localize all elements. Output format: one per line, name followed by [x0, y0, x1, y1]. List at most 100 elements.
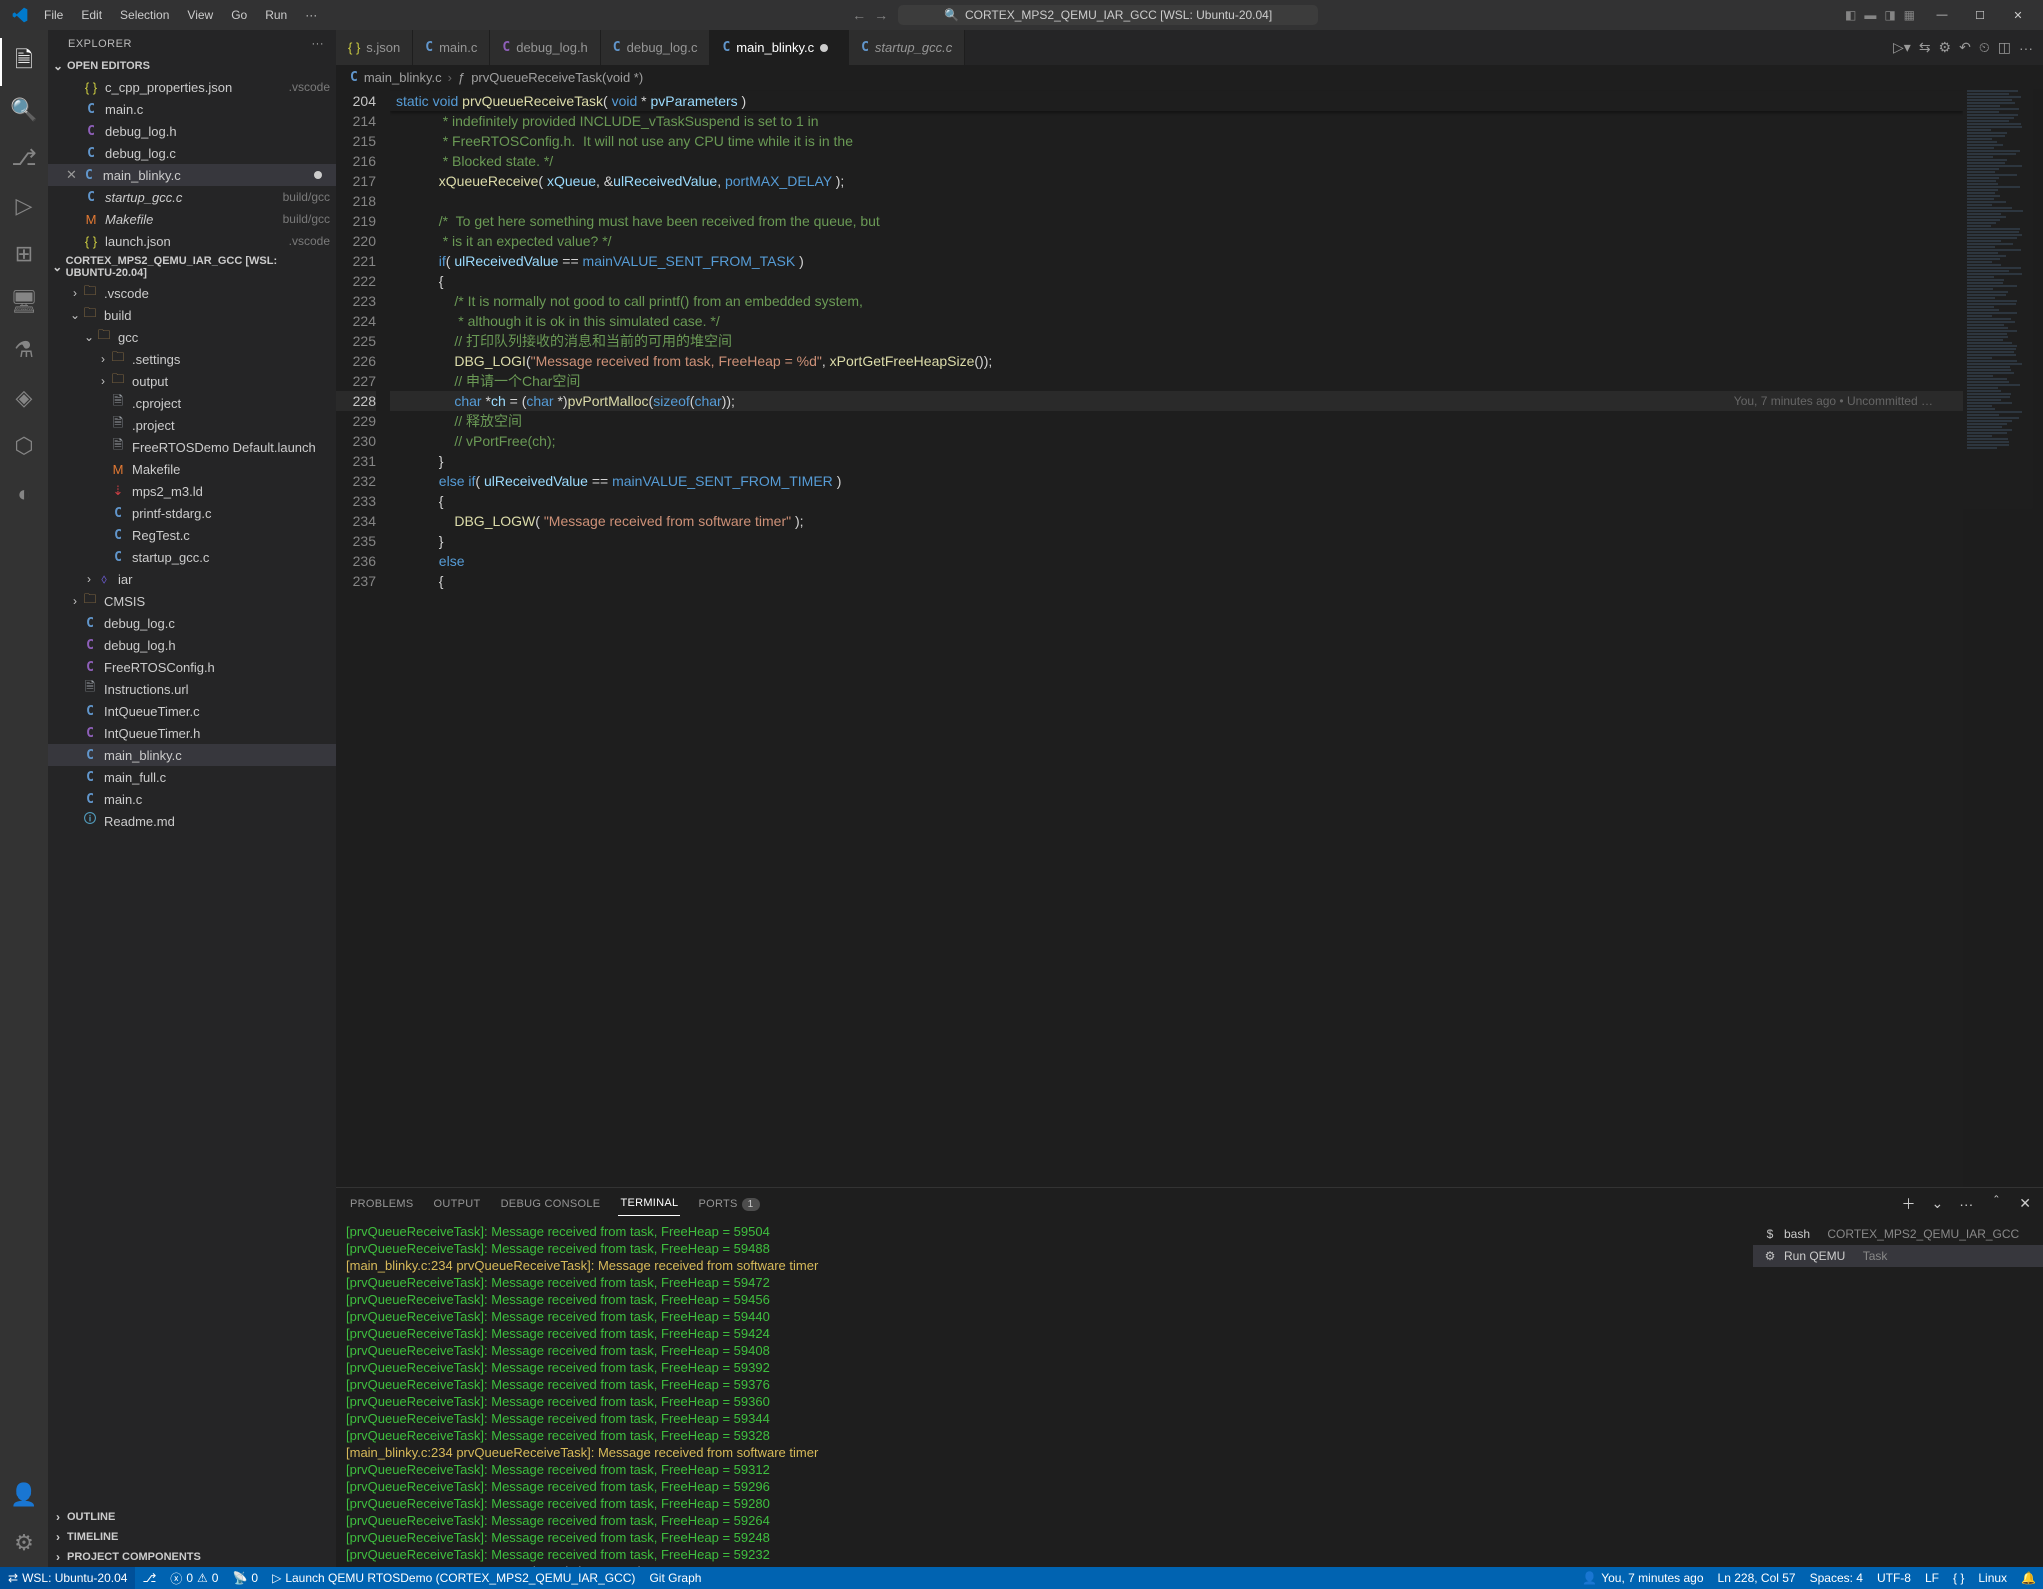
terminal-dropdown-icon[interactable]: ⌄	[1932, 1195, 1944, 1212]
tree-item[interactable]: ⌄🗀 build	[48, 304, 336, 326]
layout-panel-bottom-icon[interactable]: ▬	[1864, 8, 1876, 22]
tree-item[interactable]: C IntQueueTimer.c	[48, 700, 336, 722]
status-encoding[interactable]: UTF-8	[1870, 1567, 1918, 1589]
window-maximize-icon[interactable]: ☐	[1963, 3, 1997, 28]
open-editor-item[interactable]: ✕ C main_blinky.c	[48, 164, 336, 186]
tree-item[interactable]: ⇣ mps2_m3.ld	[48, 480, 336, 502]
activity-ext3-icon[interactable]: ◐	[0, 470, 48, 518]
status-remote[interactable]: ⇄WSL: Ubuntu-20.04	[0, 1567, 135, 1589]
tree-item[interactable]: ›🗀 output	[48, 370, 336, 392]
more-icon[interactable]: ···	[312, 38, 325, 50]
activity-scm-icon[interactable]: ⎇	[0, 134, 48, 182]
editor-tab[interactable]: Cdebug_log.c	[601, 30, 711, 65]
tree-item[interactable]: ›🗀 .vscode	[48, 282, 336, 304]
timeline-icon[interactable]: ⏲	[1979, 39, 1990, 56]
terminal-list-item[interactable]: $ bash CORTEX_MPS2_QEMU_IAR_GCC	[1753, 1223, 2043, 1245]
activity-remote-icon[interactable]: 🖥	[0, 278, 48, 326]
terminal-list-item[interactable]: ⚙ Run QEMU Task	[1753, 1245, 2043, 1267]
maximize-panel-icon[interactable]: ＾	[1989, 1194, 2003, 1214]
split-icon[interactable]: ◫	[1998, 39, 2011, 56]
menu-run[interactable]: Run	[257, 4, 295, 26]
activity-run-icon[interactable]: ▷	[0, 182, 48, 230]
open-editors-header[interactable]: ⌄OPEN EDITORS	[48, 56, 336, 76]
open-editor-item[interactable]: C debug_log.h	[48, 120, 336, 142]
tree-item[interactable]: 🗎 FreeRTOSDemo Default.launch	[48, 436, 336, 458]
status-position[interactable]: Ln 228, Col 57	[1711, 1567, 1803, 1589]
minimap[interactable]	[1963, 89, 2043, 1187]
activity-ext1-icon[interactable]: ◈	[0, 374, 48, 422]
tree-item[interactable]: C FreeRTOSConfig.h	[48, 656, 336, 678]
tree-item[interactable]: 🗎 .project	[48, 414, 336, 436]
breadcrumb-segment[interactable]: prvQueueReceiveTask(void *)	[471, 70, 643, 85]
editor-tab[interactable]: Cstartup_gcc.c	[849, 30, 965, 65]
open-editor-item[interactable]: C startup_gcc.c build/gcc	[48, 186, 336, 208]
status-spaces[interactable]: Spaces: 4	[1803, 1567, 1870, 1589]
menu-go[interactable]: Go	[223, 4, 255, 26]
run-icon[interactable]: ▷▾	[1893, 39, 1911, 56]
open-editor-item[interactable]: C debug_log.c	[48, 142, 336, 164]
nav-back-icon[interactable]: ←	[852, 7, 866, 23]
activity-account-icon[interactable]: 👤	[0, 1471, 48, 1519]
status-problems[interactable]: ⓧ0⚠0	[163, 1567, 225, 1589]
panel-tab-ports[interactable]: PORTS1	[696, 1192, 761, 1216]
status-radio[interactable]: 📡0	[225, 1567, 265, 1589]
tree-item[interactable]: 🛈 Readme.md	[48, 810, 336, 832]
panel-tab-terminal[interactable]: TERMINAL	[618, 1191, 680, 1216]
status-eol[interactable]: LF	[1918, 1567, 1946, 1589]
window-minimize-icon[interactable]: —	[1925, 3, 1959, 28]
menu-···[interactable]: ···	[297, 4, 325, 26]
editor-gutter[interactable]: 2042142152162172182192202212222232242252…	[336, 89, 390, 1187]
status-notifications[interactable]: 🔔	[2014, 1567, 2043, 1589]
section-project-components[interactable]: ›PROJECT COMPONENTS	[48, 1547, 336, 1567]
tree-item[interactable]: C main_blinky.c	[48, 744, 336, 766]
activity-settings-icon[interactable]: ⚙	[0, 1519, 48, 1567]
editor-tab[interactable]: { }s.json	[336, 30, 413, 65]
panel-tab-problems[interactable]: PROBLEMS	[348, 1192, 416, 1216]
activity-test-icon[interactable]: ⚗	[0, 326, 48, 374]
editor-tab[interactable]: Cmain.c	[413, 30, 490, 65]
tree-item[interactable]: C printf-stdarg.c	[48, 502, 336, 524]
tree-item[interactable]: ›🗀 CMSIS	[48, 590, 336, 612]
settings-icon[interactable]: ⚙	[1939, 39, 1952, 56]
new-terminal-icon[interactable]: ＋	[1902, 1194, 1916, 1214]
open-editor-item[interactable]: { } launch.json .vscode	[48, 230, 336, 252]
menu-edit[interactable]: Edit	[73, 4, 110, 26]
panel-tab-output[interactable]: OUTPUT	[432, 1192, 483, 1216]
layout-panel-left-icon[interactable]: ◧	[1845, 8, 1856, 22]
open-editor-item[interactable]: { } c_cpp_properties.json .vscode	[48, 76, 336, 98]
compare-icon[interactable]: ⇆	[1919, 39, 1931, 56]
editor-content[interactable]: static void prvQueueReceiveTask( void * …	[390, 89, 1963, 1187]
folder-header[interactable]: ⌄CORTEX_MPS2_QEMU_IAR_GCC [WSL: UBUNTU-2…	[48, 252, 336, 282]
menu-view[interactable]: View	[179, 4, 221, 26]
tree-item[interactable]: ›🗀 .settings	[48, 348, 336, 370]
activity-ext2-icon[interactable]: ⬡	[0, 422, 48, 470]
status-branch[interactable]: ⎇	[135, 1567, 163, 1589]
terminal-output[interactable]: [prvQueueReceiveTask]: Message received …	[336, 1219, 1753, 1567]
status-os[interactable]: Linux	[1971, 1567, 2014, 1589]
status-lang-mode[interactable]: { }	[1946, 1567, 1971, 1589]
open-editor-item[interactable]: M Makefile build/gcc	[48, 208, 336, 230]
tree-item[interactable]: ›⬨ iar	[48, 568, 336, 590]
undo-icon[interactable]: ↶	[1959, 39, 1971, 56]
tree-item[interactable]: ⌄🗀 gcc	[48, 326, 336, 348]
activity-explorer-icon[interactable]: 🗎	[0, 38, 48, 86]
layout-panel-right-icon[interactable]: ◨	[1884, 8, 1895, 22]
menu-file[interactable]: File	[36, 4, 71, 26]
tree-item[interactable]: C RegTest.c	[48, 524, 336, 546]
layout-customize-icon[interactable]: ▦	[1904, 8, 1915, 22]
command-center[interactable]: 🔍 CORTEX_MPS2_QEMU_IAR_GCC [WSL: Ubuntu-…	[898, 5, 1318, 25]
status-launch[interactable]: ▷Launch QEMU RTOSDemo (CORTEX_MPS2_QEMU_…	[265, 1567, 642, 1589]
tree-item[interactable]: 🗎 .cproject	[48, 392, 336, 414]
tree-item[interactable]: C main.c	[48, 788, 336, 810]
close-icon[interactable]: ✕	[66, 167, 77, 183]
tree-item[interactable]: C debug_log.h	[48, 634, 336, 656]
status-gitgraph[interactable]: Git Graph	[642, 1567, 708, 1589]
breadcrumb-segment[interactable]: main_blinky.c	[364, 70, 442, 85]
more-icon[interactable]: ···	[2019, 40, 2033, 56]
open-editor-item[interactable]: C main.c	[48, 98, 336, 120]
activity-search-icon[interactable]: 🔍	[0, 86, 48, 134]
tree-item[interactable]: M Makefile	[48, 458, 336, 480]
close-panel-icon[interactable]: ✕	[2019, 1195, 2031, 1212]
menu-selection[interactable]: Selection	[112, 4, 177, 26]
code-editor[interactable]: 2042142152162172182192202212222232242252…	[336, 89, 2043, 1187]
